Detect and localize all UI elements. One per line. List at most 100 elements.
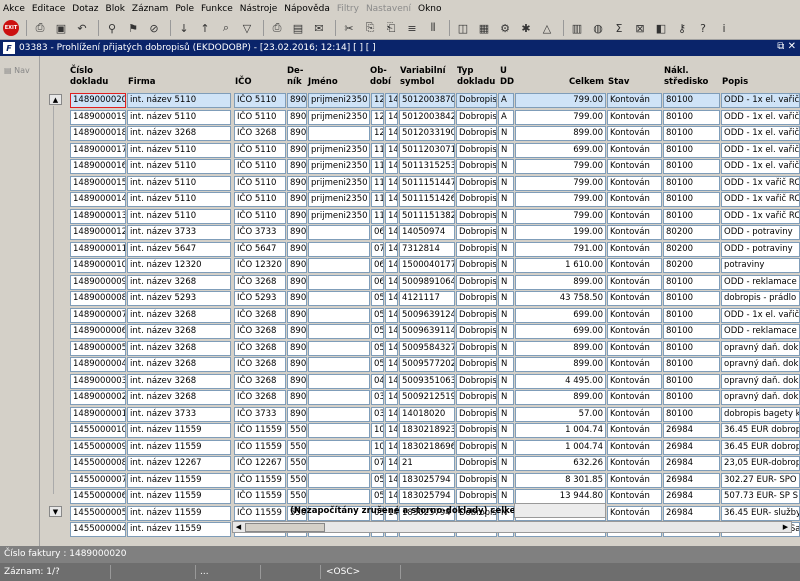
cell-ico[interactable]: IČO 11559	[234, 423, 286, 438]
cell-firma[interactable]: int. název 5110	[127, 208, 231, 224]
window-controls[interactable]: ⧉ ✕	[777, 41, 796, 52]
cell-stav[interactable]: Kontován	[607, 456, 662, 471]
cell-denik[interactable]: 890	[287, 324, 307, 339]
cell-jmeno[interactable]	[308, 456, 370, 471]
cell-typ[interactable]: Dobropis	[456, 208, 497, 224]
cell-udd[interactable]: N	[498, 192, 514, 207]
table-row[interactable]: 1455000010 int. název 11559 IČO 11559 550 10…	[0, 422, 800, 439]
cell-denik[interactable]: 890	[287, 373, 307, 389]
cell-udd[interactable]: N	[498, 489, 514, 504]
execute-query-icon[interactable]: ⚑	[124, 19, 142, 37]
cell-obdobi-y[interactable]: 14	[385, 489, 398, 504]
paste-icon[interactable]: ⎗	[382, 19, 400, 37]
scroll-thumb[interactable]	[245, 523, 325, 532]
cell-typ[interactable]: Dobropis	[456, 126, 497, 141]
cell-jmeno[interactable]: prijmeni2350 jm	[308, 208, 370, 224]
cell-stav[interactable]: Kontován	[607, 406, 662, 422]
cell-typ[interactable]: Dobropis	[456, 307, 497, 323]
cell-ico[interactable]: IČO 3268	[234, 390, 286, 405]
cell-celkem[interactable]: 632.26	[515, 456, 606, 471]
cell-typ[interactable]: Dobropis	[456, 192, 497, 207]
cell-typ[interactable]: Dobropis	[456, 93, 497, 108]
cell-firma[interactable]: int. název 3268	[127, 274, 231, 290]
cell-obdobi-y[interactable]: 14	[385, 307, 398, 323]
cell-firma[interactable]: int. název 3733	[127, 406, 231, 422]
cell-popis[interactable]: ODD - 1x el. vařič	[721, 142, 800, 158]
cell-obdobi-m[interactable]: 03	[371, 406, 384, 422]
table-row[interactable]: 1455000006 int. název 11559 IČO 11559 550 05…	[0, 488, 800, 505]
cell-firma[interactable]: int. název 12267	[127, 456, 231, 471]
cell-popis[interactable]: opravný daň. dokl	[721, 390, 800, 405]
cell-ico[interactable]: IČO 3268	[234, 340, 286, 356]
cell-varsym[interactable]: 1830218696	[399, 439, 455, 455]
cell-celkem[interactable]: 43 758.50	[515, 291, 606, 306]
cell-celkem[interactable]: 799.00	[515, 208, 606, 224]
cell-varsym[interactable]: 14018020	[399, 406, 455, 422]
cell-celkem[interactable]: 899.00	[515, 340, 606, 356]
filter-icon[interactable]: ▽	[238, 19, 256, 37]
cell-firma[interactable]: int. název 5110	[127, 109, 231, 125]
cut-icon[interactable]: ✂	[340, 19, 358, 37]
cell-jmeno[interactable]: prijmeni2350 jm	[308, 93, 370, 108]
cell-firma[interactable]: int. název 3268	[127, 126, 231, 141]
cell-obdobi-m[interactable]: 07	[371, 456, 384, 471]
menu-item-11[interactable]: Okno	[418, 4, 442, 14]
cell-obdobi-m[interactable]: 06	[371, 274, 384, 290]
table-row[interactable]: 1489000004 int. název 3268 IČO 3268 890 05 14…	[0, 356, 800, 373]
cell-popis[interactable]: ODD - 1x el. vařič	[721, 126, 800, 141]
cell-stredisko[interactable]: 26984	[663, 456, 720, 471]
cell-celkem[interactable]: 799.00	[515, 159, 606, 174]
cell-typ[interactable]: Dobropis	[456, 439, 497, 455]
cell-ico[interactable]: IČO 3268	[234, 126, 286, 141]
cell-ico[interactable]: IČO 3268	[234, 373, 286, 389]
cell-obdobi-y[interactable]: 14	[385, 406, 398, 422]
cell-firma[interactable]: int. název 5110	[127, 175, 231, 191]
cell-celkem[interactable]: 4 495.00	[515, 373, 606, 389]
cell-stav[interactable]: Kontován	[607, 159, 662, 174]
cell-udd[interactable]: N	[498, 340, 514, 356]
cell-ico[interactable]: IČO 3733	[234, 225, 286, 240]
cell-firma[interactable]: int. název 5293	[127, 291, 231, 306]
cell-udd[interactable]: N	[498, 208, 514, 224]
cell-cislo[interactable]: 1489000004	[70, 357, 126, 372]
cell-firma[interactable]: int. název 11559	[127, 439, 231, 455]
cell-obdobi-m[interactable]: 11	[371, 175, 384, 191]
cell-denik[interactable]: 890	[287, 225, 307, 240]
cell-stav[interactable]: Kontován	[607, 175, 662, 191]
cell-udd[interactable]: N	[498, 175, 514, 191]
cell-stredisko[interactable]: 26984	[663, 423, 720, 438]
cell-denik[interactable]: 890	[287, 93, 307, 108]
cell-popis[interactable]: ODD - reklamace	[721, 274, 800, 290]
document-icon[interactable]: ▤	[289, 19, 307, 37]
cell-popis[interactable]: ODD - 1x el. vařič SE	[721, 307, 800, 323]
cell-obdobi-y[interactable]: 14	[385, 390, 398, 405]
cell-obdobi-y[interactable]: 14	[385, 373, 398, 389]
cell-jmeno[interactable]	[308, 373, 370, 389]
cell-cislo[interactable]: 1489000007	[70, 307, 126, 323]
cell-cislo[interactable]: 1489000013	[70, 208, 126, 224]
cell-obdobi-y[interactable]: 14	[385, 324, 398, 339]
cell-typ[interactable]: Dobropis	[456, 324, 497, 339]
cell-varsym[interactable]: 5011151382	[399, 208, 455, 224]
key-icon[interactable]: ⚷	[673, 19, 691, 37]
cell-varsym[interactable]: 5009639124	[399, 307, 455, 323]
cell-stav[interactable]: Kontován	[607, 274, 662, 290]
cell-udd[interactable]: N	[498, 373, 514, 389]
menu-item-10[interactable]: Nastavení	[366, 4, 411, 14]
cell-varsym[interactable]: 5012003870	[399, 93, 455, 108]
cell-obdobi-m[interactable]: 06	[371, 258, 384, 273]
table-row[interactable]: 1489000020 int. název 5110 IČO 5110 890 prij…	[0, 92, 800, 109]
cell-ico[interactable]: IČO 5110	[234, 175, 286, 191]
cell-varsym[interactable]: 5011315253	[399, 159, 455, 174]
cell-stredisko[interactable]: 80100	[663, 192, 720, 207]
cell-typ[interactable]: Dobropis	[456, 340, 497, 356]
cell-cislo[interactable]: 1455000010	[70, 423, 126, 438]
cell-cislo[interactable]: 1455000006	[70, 489, 126, 504]
menu-item-4[interactable]: Záznam	[132, 4, 168, 14]
cell-obdobi-y[interactable]: 14	[385, 472, 398, 488]
cell-cislo[interactable]: 1489000001	[70, 406, 126, 422]
cell-udd[interactable]: N	[498, 159, 514, 174]
table-row[interactable]: 1489000001 int. název 3733 IČO 3733 890 03 14…	[0, 406, 800, 423]
cell-udd[interactable]: A	[498, 93, 514, 108]
cell-varsym[interactable]: 5012003842	[399, 109, 455, 125]
